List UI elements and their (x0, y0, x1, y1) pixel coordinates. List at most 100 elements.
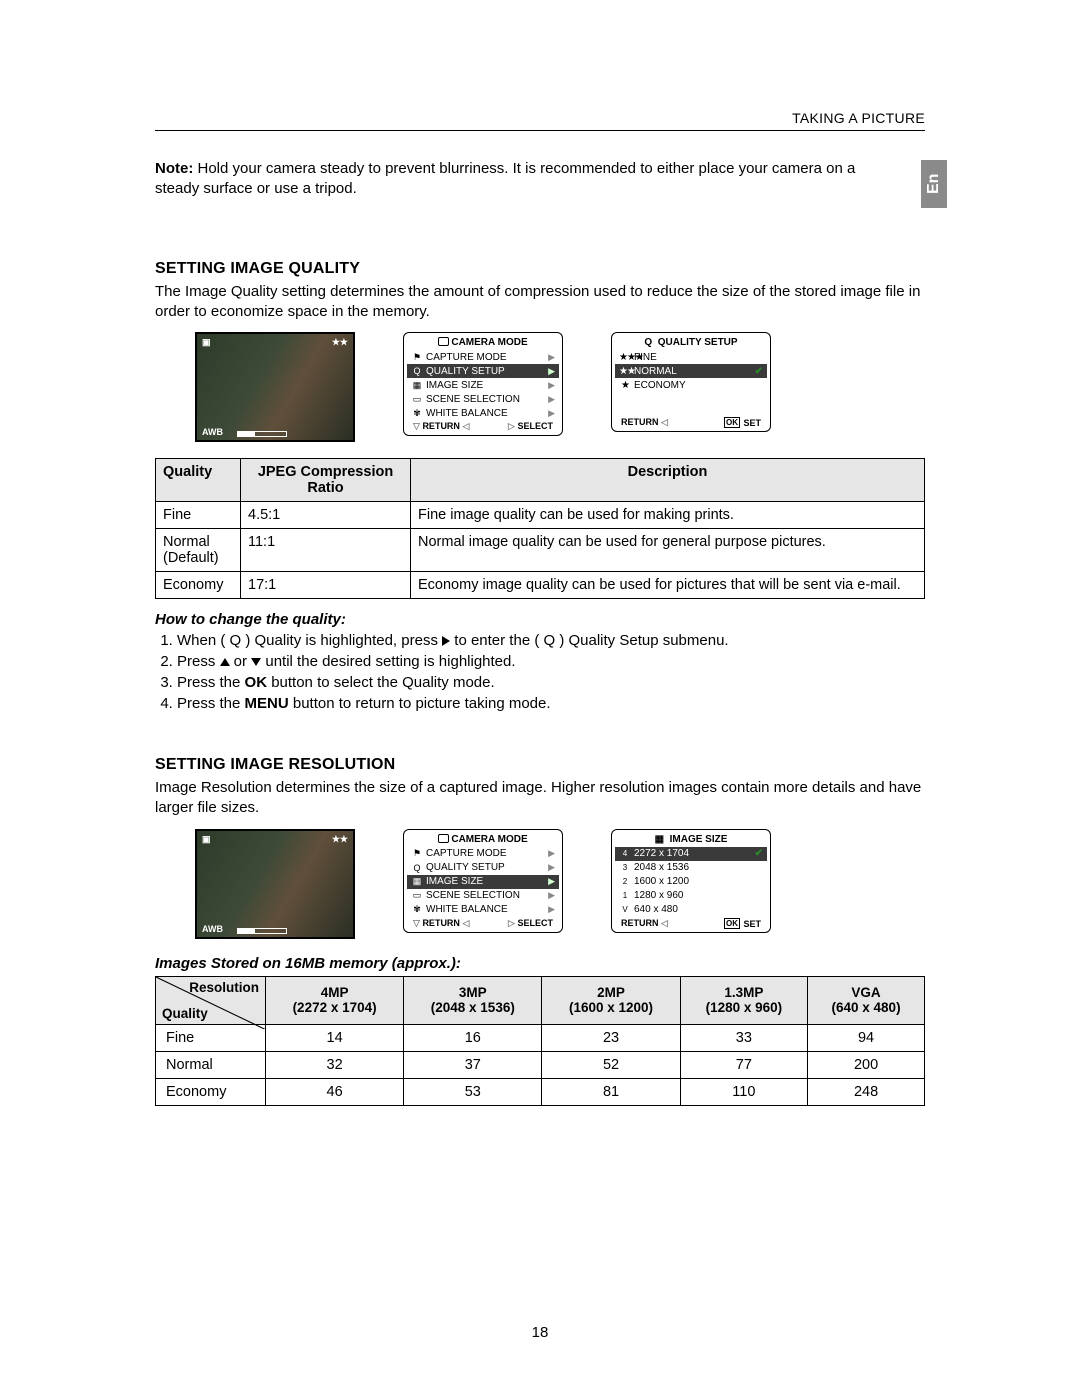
col-head: 3MP (410, 985, 535, 1000)
menu-item-label: ECONOMY (631, 380, 763, 391)
up-arrow-icon (220, 658, 230, 666)
col-header: 2MP(1600 x 1200) (542, 976, 680, 1024)
qt-header-quality: Quality (156, 459, 241, 502)
check-icon: ✔ (755, 366, 763, 377)
menu-item[interactable]: 42272 x 1704✔ (615, 847, 767, 861)
mp-icon: 2 (619, 878, 631, 886)
menu-item[interactable]: 21600 x 1200 (615, 875, 767, 889)
page-number: 18 (0, 1324, 1080, 1341)
lcd-preview-photo: ▣ ★★ AWB (195, 829, 355, 939)
qt-ratio: 17:1 (241, 572, 411, 599)
stars-icon: ★★ (619, 366, 631, 377)
menu-item-label: IMAGE SIZE (423, 876, 548, 887)
table-row: Economy465381110248 (156, 1078, 925, 1105)
menu-item-label: WHITE BALANCE (423, 408, 548, 419)
menu-item[interactable]: ⚑CAPTURE MODE▶ (407, 350, 559, 364)
table-row: Fine4.5:1Fine image quality can be used … (156, 502, 925, 529)
lcd-awb: AWB (202, 924, 223, 934)
menu-item[interactable]: QQUALITY SETUP▶ (407, 861, 559, 875)
menu-item-label: 640 x 480 (631, 904, 763, 915)
col-head: 4MP (272, 985, 397, 1000)
menu-item-label: WHITE BALANCE (423, 904, 548, 915)
right-arrow-icon: ▶ (548, 380, 555, 391)
col-head: 2MP (548, 985, 673, 1000)
menu-item[interactable]: ▦IMAGE SIZE▶ (407, 875, 559, 889)
lcd-preview-photo: ▣ ★★ AWB (195, 332, 355, 442)
cell-value: 77 (680, 1051, 808, 1078)
menu-title: ▦ IMAGE SIZE (615, 834, 767, 845)
cell-value: 248 (808, 1078, 925, 1105)
menu-item[interactable]: QQUALITY SETUP▶ (407, 364, 559, 378)
quality-panels-row: ▣ ★★ AWB CAMERA MODE ⚑CAPTURE MODE▶QQUAL… (195, 332, 925, 442)
qt-desc: Fine image quality can be used for makin… (411, 502, 925, 529)
col-header: 3MP(2048 x 1536) (404, 976, 542, 1024)
step: Press the OK button to select the Qualit… (177, 672, 925, 693)
lcd-top-left-icon: ▣ (202, 337, 211, 348)
q-icon: Q (644, 337, 652, 348)
col-sub: (2272 x 1704) (272, 1000, 397, 1015)
menu-item[interactable]: ★ECONOMY (615, 378, 767, 392)
menu-item[interactable]: 11280 x 960 (615, 889, 767, 903)
cell-value: 94 (808, 1024, 925, 1051)
header-rule (155, 130, 925, 131)
menu-item-label: QUALITY SETUP (423, 862, 548, 873)
menu-item-label: IMAGE SIZE (423, 380, 548, 391)
menu-item[interactable]: V640 x 480 (615, 903, 767, 917)
menu-footer: ▽ RETURN ◁ ▷ SELECT (407, 917, 559, 929)
col-head: 1.3MP (687, 985, 802, 1000)
right-arrow-icon: ▶ (548, 394, 555, 405)
menu-item[interactable]: ✾WHITE BALANCE▶ (407, 406, 559, 420)
menu-item[interactable]: 32048 x 1536 (615, 861, 767, 875)
left-arrow-icon: ◁ (661, 417, 668, 427)
section-title-resolution: SETTING IMAGE RESOLUTION (155, 756, 925, 774)
row-label: Economy (156, 1078, 266, 1105)
menu-item-label: CAPTURE MODE (423, 352, 548, 363)
menu-footer: ▽ RETURN ◁ ▷ SELECT (407, 420, 559, 432)
right-arrow-icon: ▶ (548, 904, 555, 915)
cell-value: 46 (266, 1078, 404, 1105)
qt-quality: Normal (Default) (156, 529, 241, 572)
mp-icon: V (619, 906, 631, 914)
left-arrow-icon: ◁ (462, 918, 469, 928)
right-arrow-icon: ▶ (548, 890, 555, 901)
qt-ratio: 11:1 (241, 529, 411, 572)
menu-item[interactable]: ✾WHITE BALANCE▶ (407, 903, 559, 917)
menu-item[interactable]: ⚑CAPTURE MODE▶ (407, 847, 559, 861)
menu-item[interactable]: ▦IMAGE SIZE▶ (407, 378, 559, 392)
cell-value: 32 (266, 1051, 404, 1078)
menu-item[interactable]: ▭SCENE SELECTION▶ (407, 392, 559, 406)
col-header: 4MP(2272 x 1704) (266, 976, 404, 1024)
menu-item-label: 2048 x 1536 (631, 862, 763, 873)
section-para-quality: The Image Quality setting determines the… (155, 282, 925, 323)
menu-item-label: QUALITY SETUP (423, 366, 548, 377)
menu-item-label: SCENE SELECTION (423, 890, 548, 901)
col-sub: (2048 x 1536) (410, 1000, 535, 1015)
note-text: Hold your camera steady to prevent blurr… (155, 160, 855, 197)
menu-item[interactable]: ▭SCENE SELECTION▶ (407, 889, 559, 903)
menu-item-icon: ✾ (411, 408, 423, 419)
quality-setup-menu: Q QUALITY SETUP ★★★FINE★★NORMAL✔★ECONOMY… (611, 332, 771, 432)
qt-header-desc: Description (411, 459, 925, 502)
menu-title: Q QUALITY SETUP (615, 337, 767, 348)
mp-icon: 4 (619, 850, 631, 858)
qt-desc: Economy image quality can be used for pi… (411, 572, 925, 599)
qt-desc: Normal image quality can be used for gen… (411, 529, 925, 572)
howto-quality-steps: When ( Q ) Quality is highlighted, press… (155, 630, 925, 714)
cell-value: 81 (542, 1078, 680, 1105)
right-arrow-icon: ▷ (508, 918, 515, 928)
menu-item-icon: ⚑ (411, 352, 423, 363)
col-sub: (640 x 480) (814, 1000, 918, 1015)
col-sub: (1280 x 960) (687, 1000, 802, 1015)
right-arrow-icon: ▶ (548, 408, 555, 419)
image-size-menu: ▦ IMAGE SIZE 42272 x 1704✔32048 x 153621… (611, 829, 771, 933)
table-row: Normal32375277200 (156, 1051, 925, 1078)
menu-item-label: 2272 x 1704 (631, 848, 755, 859)
cell-value: 53 (404, 1078, 542, 1105)
cell-value: 52 (542, 1051, 680, 1078)
down-arrow-icon (251, 658, 261, 666)
menu-item[interactable]: ★★★FINE (615, 350, 767, 364)
step: When ( Q ) Quality is highlighted, press… (177, 630, 925, 651)
language-tab: En (921, 160, 947, 208)
note-prefix: Note: (155, 160, 193, 177)
menu-item[interactable]: ★★NORMAL✔ (615, 364, 767, 378)
